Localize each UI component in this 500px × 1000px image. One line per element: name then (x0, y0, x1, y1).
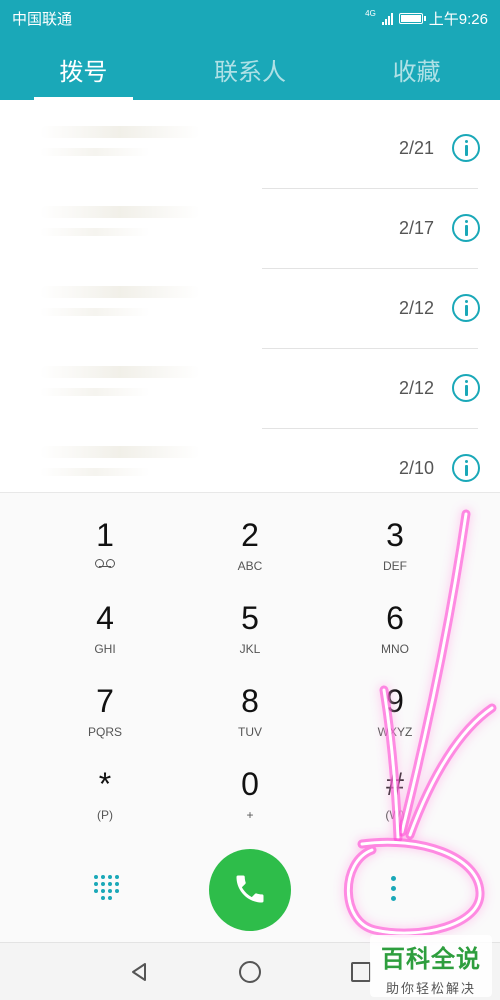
call-log-row[interactable]: 2/21 (0, 100, 500, 180)
contact-number-redacted (40, 308, 150, 316)
key-digit: 7 (96, 683, 114, 719)
carrier-name: 中国联通 (12, 11, 73, 28)
info-icon[interactable] (452, 294, 480, 322)
contact-name-redacted (40, 446, 200, 458)
contact-number-redacted (40, 148, 150, 156)
status-bar: 中国联通 4G 上午9:26 (0, 0, 500, 34)
contact-number-redacted (40, 388, 150, 396)
info-icon[interactable] (452, 214, 480, 242)
call-log-list[interactable]: 2/21 2/17 2/12 2/12 2/10 (0, 100, 500, 492)
battery-icon (398, 13, 426, 24)
contact-name-redacted (40, 366, 200, 378)
dialpad-key-star[interactable]: * (P) (45, 742, 165, 822)
call-date: 2/10 (398, 458, 434, 478)
home-icon[interactable] (239, 961, 261, 983)
call-log-row[interactable]: 2/17 (0, 180, 500, 260)
call-log-row[interactable]: 2/12 (0, 260, 500, 340)
watermark-title: 百科全说 (381, 946, 481, 973)
dialpad-key-1[interactable]: 1 (45, 493, 165, 573)
key-letters: PQRS (87, 725, 122, 739)
info-icon[interactable] (452, 134, 480, 162)
phone-icon (236, 875, 264, 903)
call-date: 2/17 (398, 218, 434, 238)
key-digit: # (386, 766, 404, 802)
dialpad-key-7[interactable]: 7 PQRS (45, 659, 165, 739)
back-icon[interactable] (128, 961, 150, 983)
dialpad-key-5[interactable]: 5 JKL (190, 576, 310, 656)
contact-name-redacted (40, 206, 200, 218)
key-digit: 8 (241, 683, 259, 719)
contact-name-redacted (40, 286, 200, 298)
key-digit: 1 (96, 517, 114, 553)
info-icon[interactable] (452, 454, 480, 482)
contact-number-redacted (40, 228, 150, 236)
call-button[interactable] (209, 849, 291, 931)
dialpad-key-3[interactable]: 3 DEF (335, 493, 455, 573)
status-indicators: 4G 上午9:26 (365, 8, 488, 29)
key-digit: 3 (386, 517, 404, 553)
app-header: 中国联通 4G 上午9:26 拨号 联系人 收藏 (0, 0, 500, 100)
tab-contacts[interactable]: 联系人 (167, 38, 334, 100)
dialpad-key-8[interactable]: 8 TUV (190, 659, 310, 739)
key-letters: GHI (94, 642, 116, 656)
dialer-action-bar (0, 830, 500, 942)
tab-dialer[interactable]: 拨号 (0, 38, 167, 100)
dialpad-key-6[interactable]: 6 MNO (335, 576, 455, 656)
dialpad: 1 2 ABC 3 DEF 4 GHI 5 JKL 6 MNO 7 PQRS 8… (0, 492, 500, 830)
key-letters: JKL (239, 642, 261, 656)
contact-name-redacted (40, 126, 200, 138)
key-digit: * (98, 766, 112, 802)
call-date: 2/12 (398, 378, 434, 398)
tab-favorites[interactable]: 收藏 (333, 38, 500, 100)
dialpad-grid-icon[interactable] (94, 875, 119, 903)
more-vertical-icon[interactable] (386, 874, 402, 904)
call-date: 2/21 (398, 138, 434, 158)
signal-icon (381, 12, 393, 25)
key-letters: + (246, 808, 254, 822)
dialpad-key-hash[interactable]: # (W) (335, 742, 455, 822)
voicemail-icon (95, 559, 115, 568)
key-letters: DEF (383, 559, 407, 573)
recent-apps-icon[interactable] (351, 962, 371, 982)
key-letters: ABC (237, 559, 263, 573)
key-digit: 2 (241, 517, 259, 553)
key-digit: 5 (241, 600, 259, 636)
info-icon[interactable] (452, 374, 480, 402)
network-type: 4G (365, 9, 376, 18)
key-digit: 9 (386, 683, 404, 719)
call-log-row[interactable]: 2/12 (0, 340, 500, 420)
key-letters: MNO (381, 642, 409, 656)
dialpad-key-9[interactable]: 9 WXYZ (335, 659, 455, 739)
key-digit: 6 (386, 600, 404, 636)
dialpad-key-4[interactable]: 4 GHI (45, 576, 165, 656)
dialpad-key-2[interactable]: 2 ABC (190, 493, 310, 573)
contact-number-redacted (40, 468, 150, 476)
clock: 上午9:26 (428, 11, 488, 28)
key-letters: (W) (385, 808, 405, 822)
key-letters: TUV (238, 725, 262, 739)
call-log-row[interactable]: 2/10 (0, 420, 500, 492)
key-digit: 0 (241, 766, 259, 802)
watermark: 百科全说 助你轻松解决 (370, 935, 492, 997)
key-letters: (P) (97, 808, 113, 822)
call-date: 2/12 (398, 298, 434, 318)
key-letters: WXYZ (377, 725, 413, 739)
key-digit: 4 (96, 600, 114, 636)
dialpad-key-0[interactable]: 0 + (190, 742, 310, 822)
tab-bar: 拨号 联系人 收藏 (0, 38, 500, 100)
watermark-subtitle: 助你轻松解决 (385, 981, 476, 996)
